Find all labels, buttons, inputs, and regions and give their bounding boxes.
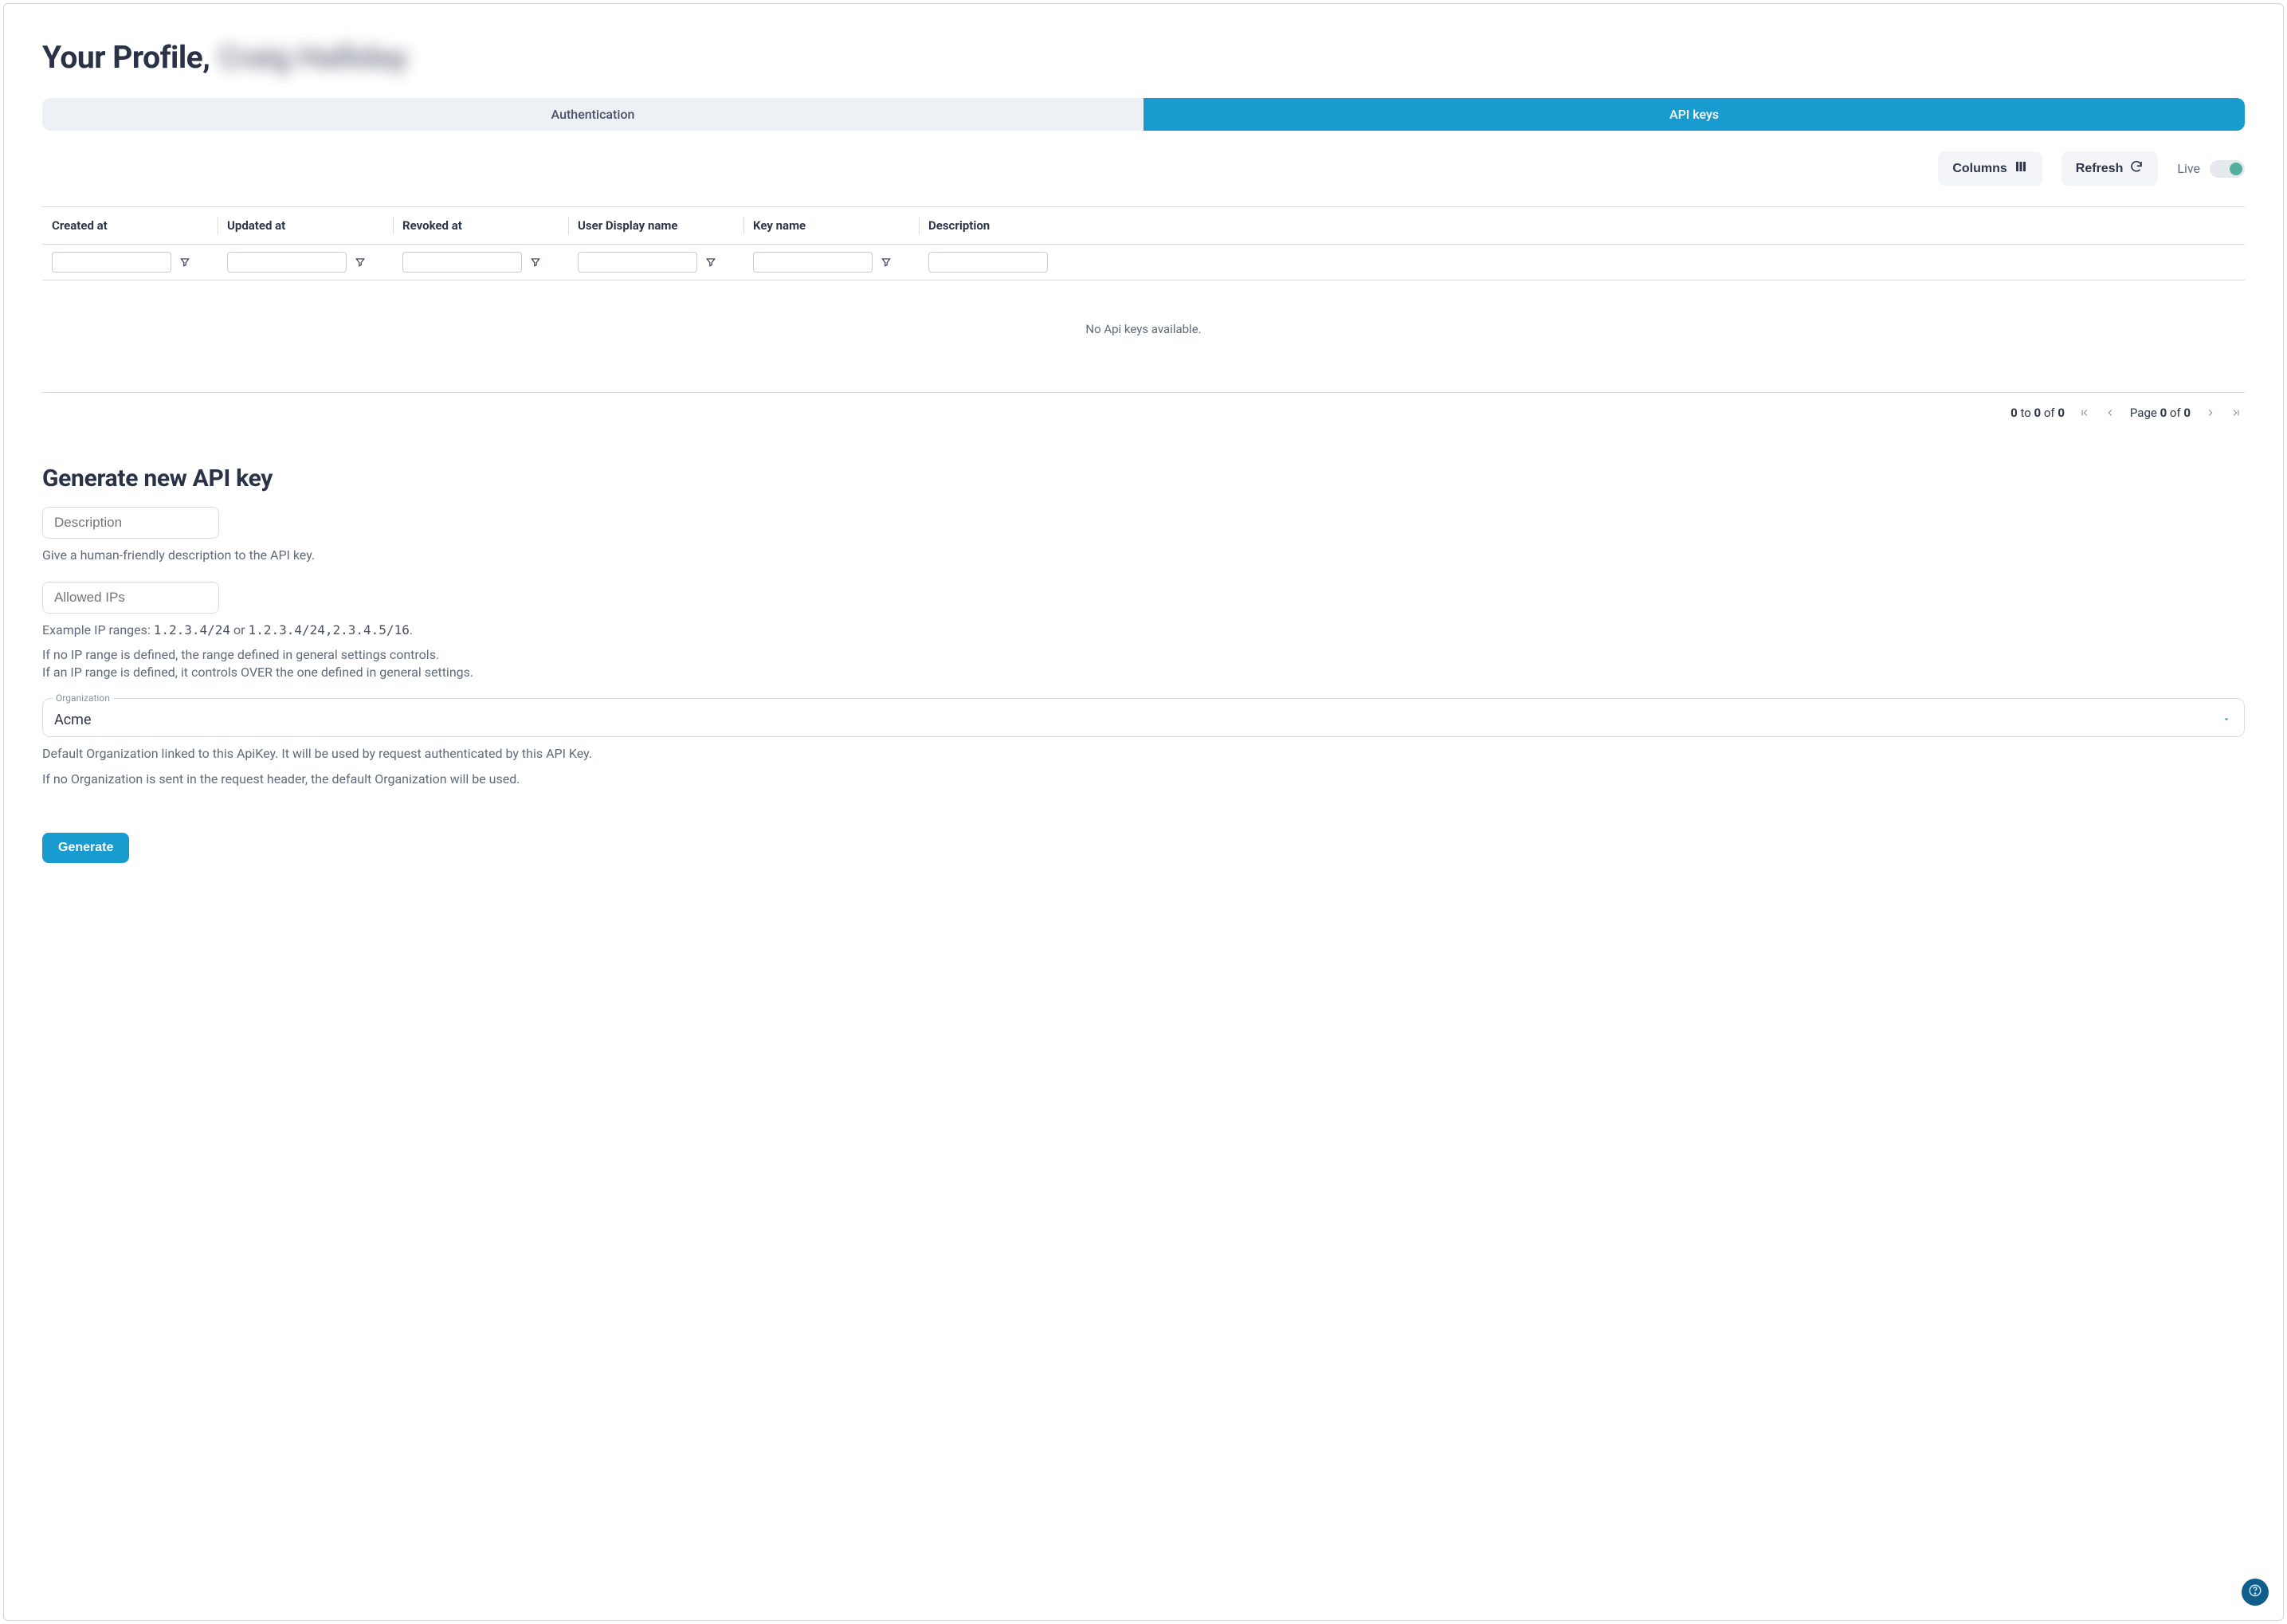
filter-created-at-input[interactable] (52, 252, 171, 273)
help-icon (2248, 1583, 2262, 1601)
live-toggle-group: Live (2177, 160, 2245, 178)
col-updated-at[interactable]: Updated at (218, 207, 393, 244)
range-total: 0 (2058, 406, 2065, 420)
tab-authentication[interactable]: Authentication (42, 98, 1144, 131)
filter-user-name-input[interactable] (578, 252, 697, 273)
organization-value: Acme (54, 712, 92, 728)
filter-icon[interactable] (705, 257, 716, 268)
organization-select[interactable]: Organization Acme (42, 698, 2245, 737)
help-fab[interactable] (2242, 1579, 2269, 1606)
allowed-ips-example: Example IP ranges: 1.2.3.4/24 or 1.2.3.4… (42, 622, 2245, 639)
filter-icon[interactable] (355, 257, 366, 268)
col-created-at[interactable]: Created at (42, 207, 218, 244)
col-key-name[interactable]: Key name (743, 207, 919, 244)
organization-help-2: If no Organization is sent in the reques… (42, 771, 2245, 788)
page-first-icon[interactable] (2079, 407, 2090, 418)
col-revoked-at[interactable]: Revoked at (393, 207, 568, 244)
filter-description-input[interactable] (928, 252, 1048, 273)
chevron-down-icon (2222, 711, 2231, 728)
filter-icon[interactable] (881, 257, 892, 268)
grid-filter-row (42, 245, 2245, 280)
page-prev-icon[interactable] (2105, 407, 2116, 418)
page-total: 0 (2183, 406, 2191, 420)
page-title-username: Craig Halliday (219, 39, 408, 76)
grid-toolbar: Columns Refresh Live (42, 151, 2245, 186)
filter-icon[interactable] (530, 257, 541, 268)
columns-icon (2014, 159, 2028, 178)
page-title: Your Profile, Craig Halliday (42, 39, 2245, 76)
organization-float-label: Organization (53, 692, 113, 704)
toggle-knob (2230, 163, 2242, 175)
live-label: Live (2177, 161, 2200, 176)
profile-tabs: Authentication API keys (42, 98, 2245, 131)
ip-example-2: 1.2.3.4/24,2.3.4.5/16 (249, 622, 410, 637)
refresh-icon (2129, 159, 2144, 178)
grid-empty-message: No Api keys available. (42, 280, 2245, 393)
filter-revoked-at-input[interactable] (402, 252, 522, 273)
range-to: 0 (2034, 406, 2041, 420)
allowed-ips-note: If no IP range is defined, the range def… (42, 646, 2245, 681)
ip-example-1: 1.2.3.4/24 (154, 622, 230, 637)
description-input[interactable] (42, 507, 219, 539)
page-last-icon[interactable] (2230, 407, 2242, 418)
range-from: 0 (2010, 406, 2018, 420)
pagination: 0 to 0 of 0 Page 0 of 0 (42, 393, 2245, 428)
columns-button[interactable]: Columns (1938, 151, 2042, 186)
refresh-button[interactable]: Refresh (2061, 151, 2159, 186)
generate-button[interactable]: Generate (42, 833, 129, 863)
refresh-button-label: Refresh (2076, 162, 2124, 176)
filter-icon[interactable] (179, 257, 190, 268)
filter-key-name-input[interactable] (753, 252, 873, 273)
generate-api-key-title: Generate new API key (42, 465, 2245, 492)
api-keys-grid: Created at Updated at Revoked at User Di… (42, 206, 2245, 393)
grid-header-row: Created at Updated at Revoked at User Di… (42, 206, 2245, 245)
organization-help-1: Default Organization linked to this ApiK… (42, 745, 2245, 763)
pagination-range: 0 to 0 of 0 (2010, 406, 2065, 420)
col-description[interactable]: Description (919, 207, 1094, 244)
description-help: Give a human-friendly description to the… (42, 547, 2245, 564)
columns-button-label: Columns (1952, 162, 2007, 176)
page-current: 0 (2160, 406, 2167, 420)
col-user-name[interactable]: User Display name (568, 207, 743, 244)
page-title-prefix: Your Profile, (42, 39, 218, 76)
filter-updated-at-input[interactable] (227, 252, 347, 273)
pagination-page: Page 0 of 0 (2130, 406, 2191, 420)
allowed-ips-input[interactable] (42, 582, 219, 614)
tab-api-keys[interactable]: API keys (1144, 98, 2245, 131)
page-next-icon[interactable] (2205, 407, 2216, 418)
live-toggle[interactable] (2210, 160, 2245, 178)
